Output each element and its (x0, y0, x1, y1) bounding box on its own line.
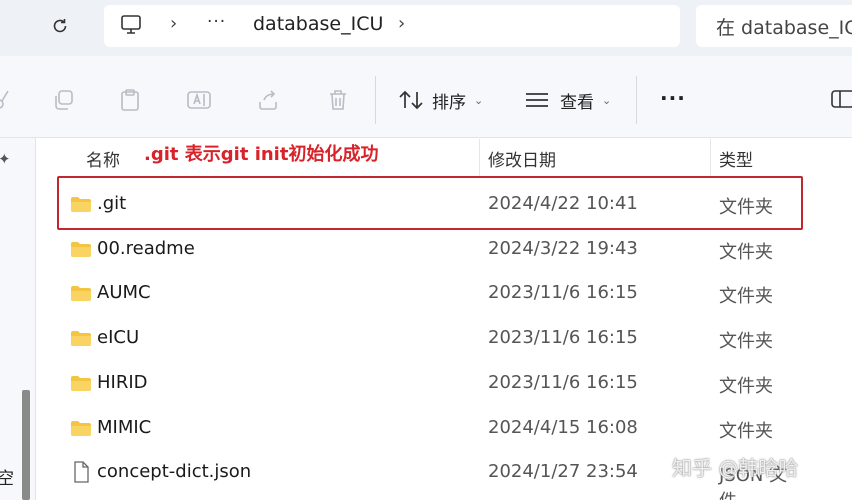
scrollbar[interactable] (22, 390, 30, 500)
view-button[interactable]: 查看 ⌄ (524, 86, 611, 114)
pin-icon: ✦ (0, 150, 11, 168)
highlight-box (57, 176, 803, 230)
file-type: 文件夹 (719, 420, 773, 442)
file-name[interactable]: MIMIC (97, 417, 151, 438)
file-date: 2023/11/6 16:15 (488, 371, 638, 393)
file-row[interactable]: eICU 2023/11/6 16:15 文件夹 (60, 317, 800, 361)
paste-icon[interactable] (118, 88, 142, 112)
file-date: 2024/1/27 23:54 (488, 461, 638, 483)
folder-icon (70, 241, 92, 258)
sort-icon (399, 90, 423, 110)
cut-icon[interactable] (0, 88, 10, 112)
chevron-right-icon[interactable]: › (398, 13, 405, 34)
file-row[interactable]: HIRID 2023/11/6 16:15 文件夹 (60, 362, 800, 406)
file-row[interactable]: 00.readme 2024/3/22 19:43 文件夹 (60, 228, 800, 272)
rename-icon[interactable] (186, 88, 212, 112)
column-header-name[interactable]: 名称 (86, 146, 120, 171)
column-divider[interactable] (710, 139, 711, 177)
view-icon (526, 93, 548, 107)
file-name[interactable]: eICU (97, 327, 139, 348)
nav-item-label[interactable]: 空 (0, 464, 14, 489)
folder-icon (70, 285, 92, 302)
file-date: 2023/11/6 16:15 (488, 327, 638, 349)
file-date: 2024/3/22 19:43 (488, 237, 638, 259)
delete-icon[interactable] (326, 88, 350, 112)
file-type: 文件夹 (719, 375, 773, 397)
json-file-icon (70, 461, 92, 483)
breadcrumb-current-folder[interactable]: database_ICU (253, 13, 383, 35)
file-date: 2023/11/6 16:15 (488, 282, 638, 304)
copy-icon[interactable] (52, 88, 76, 112)
file-type: 文件夹 (719, 331, 773, 353)
chevron-down-icon: ⌄ (602, 93, 612, 107)
file-name[interactable]: AUMC (97, 282, 151, 303)
file-name[interactable]: HIRID (97, 372, 148, 393)
refresh-button[interactable] (40, 8, 80, 44)
navigation-pane[interactable] (0, 138, 36, 500)
toolbar-divider (375, 76, 376, 124)
folder-icon (70, 330, 92, 347)
folder-icon (70, 375, 92, 392)
search-placeholder[interactable]: 在 database_ICU (716, 13, 852, 40)
details-pane-icon[interactable] (830, 88, 852, 110)
folder-icon (70, 420, 92, 437)
refresh-icon (53, 19, 67, 33)
file-type: 文件夹 (719, 286, 773, 308)
chevron-right-icon[interactable]: › (170, 13, 177, 34)
file-name[interactable]: 00.readme (97, 238, 195, 259)
this-pc-icon[interactable] (120, 14, 144, 40)
file-row[interactable]: MIMIC 2024/4/15 16:08 文件夹 (60, 407, 800, 451)
watermark: 知乎 @韩晗哈 (672, 456, 799, 480)
annotation-text: .git 表示git init初始化成功 (144, 144, 379, 165)
chevron-down-icon: ⌄ (474, 93, 484, 107)
column-divider[interactable] (479, 139, 480, 177)
file-row[interactable]: AUMC 2023/11/6 16:15 文件夹 (60, 272, 800, 316)
view-label: 查看 (560, 92, 594, 113)
breadcrumb-more-button[interactable]: ··· (207, 12, 226, 32)
breadcrumb[interactable] (104, 5, 680, 47)
file-name[interactable]: concept-dict.json (97, 461, 251, 482)
sort-label: 排序 (432, 92, 466, 113)
toolbar-divider (636, 76, 637, 124)
sort-button[interactable]: 排序 ⌄ (398, 86, 483, 114)
more-options-button[interactable]: ··· (660, 86, 686, 110)
column-header-date[interactable]: 修改日期 (488, 146, 556, 171)
column-header-type[interactable]: 类型 (719, 146, 753, 171)
file-type: 文件夹 (719, 241, 773, 263)
share-icon[interactable] (256, 88, 280, 112)
file-date: 2024/4/15 16:08 (488, 416, 638, 438)
